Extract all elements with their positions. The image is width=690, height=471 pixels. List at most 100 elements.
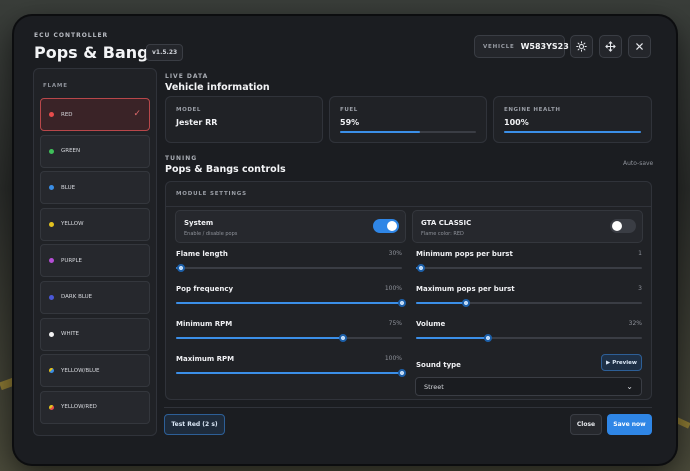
slider-track[interactable]	[176, 372, 402, 374]
move-button[interactable]	[599, 35, 622, 58]
flame-item-label: YELLOW	[61, 221, 84, 228]
color-dot-icon	[49, 221, 54, 227]
preview-button[interactable]: ▶ Preview	[601, 354, 642, 371]
gta-classic-toggle-card: GTA CLASSIC Flame color: RED	[412, 210, 643, 243]
vehicle-plate: W583YS23	[520, 42, 569, 51]
slider-track[interactable]	[176, 302, 402, 304]
flame-item-white[interactable]: WHITE	[40, 317, 150, 351]
footer-divider	[164, 407, 652, 408]
fuel-card: FUEL 59%	[329, 96, 487, 143]
model-label: MODEL	[176, 107, 201, 113]
color-dot-icon	[49, 185, 54, 191]
vehicle-label: VEHICLE	[483, 43, 515, 50]
slider-maximum-pops-per-burst[interactable]: Maximum pops per burst 3	[416, 285, 642, 307]
background-stripe	[675, 417, 690, 429]
tuning-title: Pops & Bangs controls	[165, 164, 286, 175]
slider-thumb[interactable]	[461, 299, 470, 307]
slider-thumb[interactable]	[416, 264, 425, 272]
slider-pop-frequency[interactable]: Pop frequency 100%	[176, 285, 406, 307]
slider-thumb[interactable]	[176, 264, 185, 272]
slider-value: 100%	[384, 285, 402, 292]
flame-item-yellow-blue[interactable]: YELLOW/BLUE	[40, 354, 150, 388]
slider-label: Flame length	[176, 250, 228, 258]
gta-classic-subtitle: Flame color: RED	[421, 231, 464, 237]
slider-value: 1	[638, 250, 642, 257]
slider-volume[interactable]: Volume 32%	[416, 320, 642, 342]
model-card: MODEL Jester RR	[165, 96, 323, 143]
flame-item-blue[interactable]: BLUE	[40, 171, 150, 205]
sound-type-label: Sound type	[416, 361, 461, 369]
system-title: System	[184, 219, 214, 227]
engine-health-value: 100%	[504, 118, 529, 127]
close-button[interactable]	[628, 35, 651, 58]
color-dot-icon	[49, 258, 54, 264]
flame-item-purple[interactable]: PURPLE	[40, 244, 150, 278]
tuning-subtitle: TUNING	[165, 155, 198, 162]
flame-item-label: PURPLE	[61, 257, 83, 264]
slider-track[interactable]	[176, 267, 402, 269]
slider-thumb[interactable]	[398, 299, 406, 307]
slider-label: Minimum pops per burst	[416, 250, 513, 258]
slider-track[interactable]	[416, 267, 642, 269]
sound-type-select[interactable]: Street ⌄	[415, 377, 642, 396]
close-text-button[interactable]: Close	[570, 414, 602, 435]
color-dot-icon	[49, 404, 54, 410]
flame-item-label: DARK BLUE	[61, 294, 93, 301]
vehicle-info-title: Vehicle information	[165, 82, 270, 93]
vehicle-chip: VEHICLE W583YS23	[474, 35, 569, 58]
slider-value: 3	[638, 285, 642, 292]
model-value: Jester RR	[176, 118, 218, 127]
slider-track[interactable]	[416, 302, 642, 304]
slider-value: 32%	[628, 320, 642, 327]
flame-item-dark-blue[interactable]: DARK BLUE	[40, 280, 150, 314]
test-flame-button[interactable]: Test Red (2 s)	[164, 414, 225, 435]
flame-title: FLAME	[43, 83, 68, 89]
gta-classic-toggle[interactable]	[610, 219, 636, 233]
fuel-bar	[340, 131, 476, 133]
sun-button[interactable]	[570, 35, 593, 58]
flame-item-green[interactable]: GREEN	[40, 134, 150, 168]
slider-value: 75%	[388, 320, 402, 327]
flame-item-red[interactable]: RED ✓	[40, 98, 150, 131]
chevron-down-icon: ⌄	[626, 382, 633, 391]
gta-classic-title: GTA CLASSIC	[421, 219, 472, 227]
flame-item-yellow[interactable]: YELLOW	[40, 207, 150, 241]
slider-flame-length[interactable]: Flame length 30%	[176, 250, 402, 272]
module-settings-card: MODULE SETTINGS System Enable / disable …	[165, 181, 652, 400]
color-dot-icon	[49, 112, 54, 117]
slider-maximum-rpm[interactable]: Maximum RPM 100%	[176, 355, 406, 377]
version-badge: v1.5.23	[146, 44, 184, 61]
flame-item-label: RED	[61, 111, 73, 118]
slider-thumb[interactable]	[339, 334, 348, 342]
save-now-button[interactable]: Save now	[607, 414, 652, 435]
flame-item-label: GREEN	[61, 148, 81, 155]
color-dot-icon	[49, 148, 54, 154]
slider-thumb[interactable]	[398, 369, 406, 377]
slider-track[interactable]	[416, 337, 642, 339]
slider-value: 30%	[388, 250, 402, 257]
autosave-label: Auto-save	[623, 160, 654, 167]
header-subtitle: ECU CONTROLLER	[34, 32, 109, 39]
divider	[166, 206, 651, 207]
slider-value: 100%	[384, 355, 402, 362]
module-settings-title: MODULE SETTINGS	[176, 191, 247, 197]
slider-thumb[interactable]	[484, 334, 493, 342]
engine-health-card: ENGINE HEALTH 100%	[493, 96, 652, 143]
color-dot-icon	[49, 368, 54, 374]
system-toggle[interactable]	[373, 219, 399, 233]
flame-item-yellow-red[interactable]: YELLOW/RED	[40, 390, 150, 424]
color-dot-icon	[49, 294, 54, 300]
ecu-panel: ECU CONTROLLER Pops & Bangs v1.5.23 VEHI…	[14, 16, 676, 464]
slider-label: Minimum RPM	[176, 320, 233, 328]
slider-label: Maximum pops per burst	[416, 285, 515, 293]
system-subtitle: Enable / disable pops	[184, 231, 238, 237]
slider-minimum-rpm[interactable]: Minimum RPM 75%	[176, 320, 402, 342]
close-icon	[636, 43, 643, 50]
fuel-value: 59%	[340, 118, 360, 127]
sun-icon	[576, 41, 587, 52]
move-icon	[605, 41, 616, 52]
page-title: Pops & Bangs	[34, 43, 159, 62]
slider-track[interactable]	[176, 337, 402, 339]
flame-item-label: YELLOW/BLUE	[61, 367, 100, 374]
slider-minimum-pops-per-burst[interactable]: Minimum pops per burst 1	[416, 250, 642, 272]
